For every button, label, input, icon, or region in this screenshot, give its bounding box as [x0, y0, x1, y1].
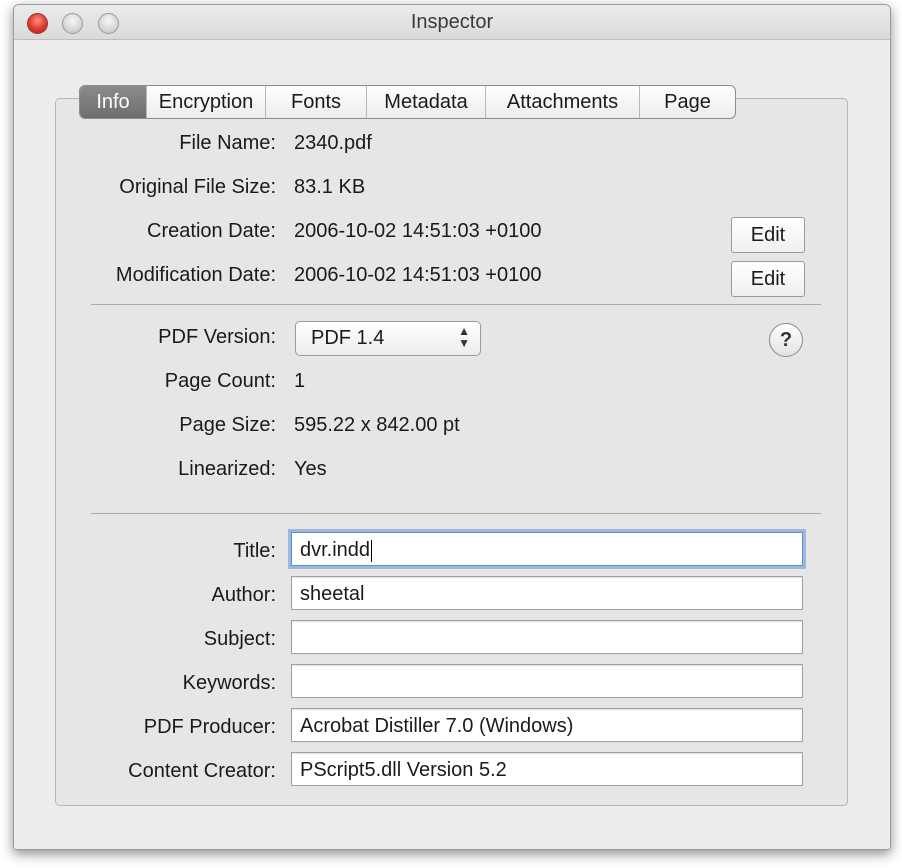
- separator: [91, 304, 821, 305]
- linearized-label: Linearized:: [178, 458, 276, 480]
- up-down-chevron-icon: ▲ ▼: [458, 324, 470, 350]
- page-size-label: Page Size:: [179, 414, 276, 436]
- text-caret: [371, 539, 373, 562]
- content-panel: [55, 98, 848, 806]
- edit-modification-date-button[interactable]: Edit: [731, 261, 805, 297]
- tab-metadata[interactable]: Metadata: [366, 86, 485, 118]
- tab-attachments[interactable]: Attachments: [485, 86, 639, 118]
- file-name-value: 2340.pdf: [294, 132, 372, 154]
- title-label: Title:: [233, 540, 276, 562]
- window-title: Inspector: [410, 11, 494, 33]
- tab-bar: Info Encryption Fonts Metadata Attachmen…: [79, 85, 736, 119]
- title-field-text: dvr.indd: [300, 539, 371, 561]
- modification-date-value: 2006-10-02 14:51:03 +0100: [294, 264, 542, 286]
- edit-creation-date-button[interactable]: Edit: [731, 217, 805, 253]
- tab-page[interactable]: Page: [639, 86, 735, 118]
- modification-date-label: Modification Date:: [115, 264, 276, 286]
- tab-encryption[interactable]: Encryption: [146, 86, 265, 118]
- pdf-producer-field[interactable]: Acrobat Distiller 7.0 (Windows): [291, 708, 803, 742]
- author-field[interactable]: sheetal: [291, 576, 803, 610]
- original-size-value: 83.1 KB: [294, 176, 366, 198]
- separator: [91, 513, 821, 514]
- linearized-value: Yes: [294, 458, 327, 480]
- inspector-window: Inspector Info Encryption Fonts Metadata…: [13, 4, 891, 850]
- tab-info[interactable]: Info: [80, 86, 146, 118]
- title-field[interactable]: dvr.indd: [291, 532, 803, 566]
- title-bar[interactable]: Inspector: [14, 5, 890, 40]
- page-count-value: 1: [294, 370, 306, 392]
- page-count-label: Page Count:: [164, 370, 276, 392]
- tab-fonts[interactable]: Fonts: [265, 86, 366, 118]
- subject-field[interactable]: [291, 620, 803, 654]
- page-size-value: 595.22 x 842.00 pt: [294, 414, 460, 436]
- pdf-version-popup[interactable]: PDF 1.4 ▲ ▼: [295, 321, 481, 356]
- content-creator-field[interactable]: PScript5.dll Version 5.2: [291, 752, 803, 786]
- pdf-version-label: PDF Version:: [158, 326, 276, 348]
- keywords-field[interactable]: [291, 664, 803, 698]
- pdf-producer-label: PDF Producer:: [143, 716, 276, 738]
- file-name-label: File Name:: [179, 132, 276, 154]
- keywords-label: Keywords:: [182, 672, 276, 694]
- help-button[interactable]: ?: [769, 323, 803, 357]
- original-size-label: Original File Size:: [119, 176, 276, 198]
- creation-date-label: Creation Date:: [147, 220, 276, 242]
- pdf-version-value: PDF 1.4: [311, 327, 385, 349]
- author-label: Author:: [211, 584, 276, 606]
- content-creator-label: Content Creator:: [128, 760, 276, 782]
- subject-label: Subject:: [203, 628, 276, 650]
- creation-date-value: 2006-10-02 14:51:03 +0100: [294, 220, 542, 242]
